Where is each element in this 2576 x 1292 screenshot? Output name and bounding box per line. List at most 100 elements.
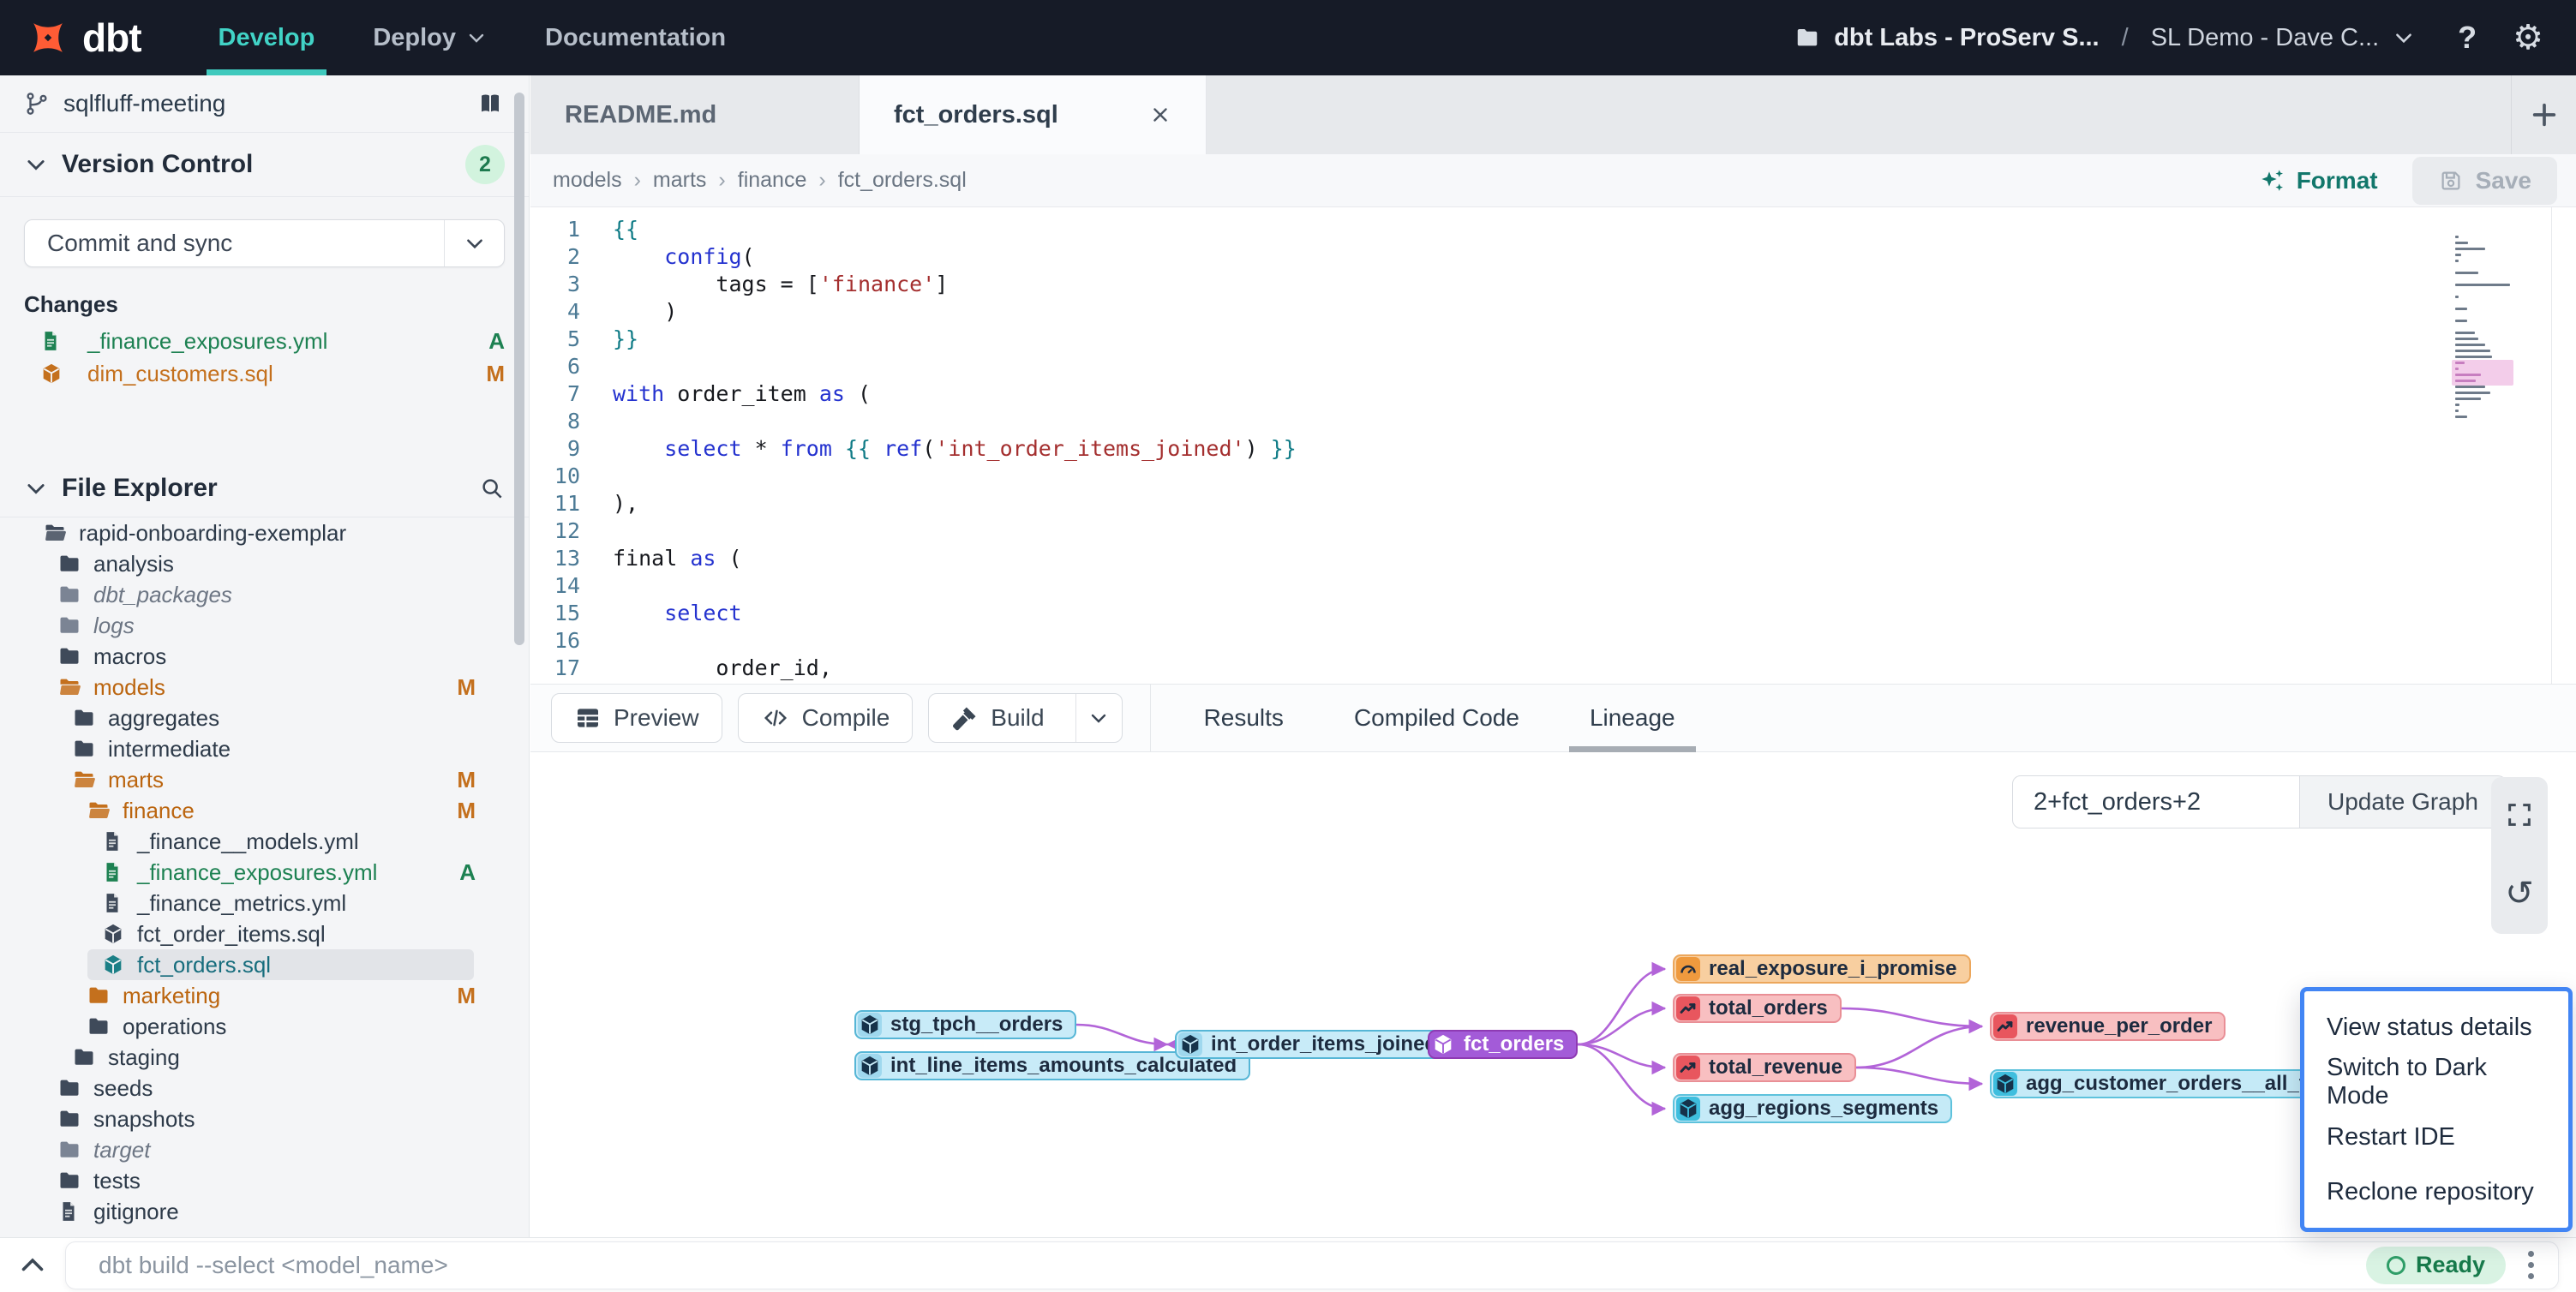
nav-link-deploy[interactable]: Deploy [344,0,516,75]
chevron-down-icon [466,27,487,48]
nav-link-documentation[interactable]: Documentation [516,0,755,75]
tree-item-finance[interactable]: financeM [0,795,529,826]
project-name[interactable]: SL Demo - Dave C... [2151,24,2379,52]
panel-tab-results[interactable]: Results [1197,685,1291,751]
tree-item-dbt_packages[interactable]: dbt_packages [0,579,529,610]
changes-count-badge: 2 [465,145,505,184]
tree-item-label: macros [93,643,166,670]
format-button[interactable]: Format [2259,167,2378,194]
tree-item-target[interactable]: target [0,1134,529,1165]
account-name[interactable]: dbt Labs - ProServ S... [1834,24,2099,52]
menu-item-reclone-repository[interactable]: Reclone repository [2304,1164,2568,1219]
tree-item-label: intermediate [108,736,231,763]
tree-item-aggregates[interactable]: aggregates [0,703,529,733]
tree-item-tests[interactable]: tests [0,1165,529,1196]
tree-item-operations[interactable]: operations [0,1011,529,1042]
panel-tab-lineage[interactable]: Lineage [1583,685,1682,751]
folder-icon [72,737,96,761]
compile-button[interactable]: Compile [738,693,914,743]
breadcrumb-finance[interactable]: finance [738,168,807,193]
tree-item-gitignore[interactable]: gitignore [0,1196,529,1227]
tree-item-marts[interactable]: martsM [0,764,529,795]
tree-item-_finance_exposures.yml[interactable]: _finance_exposures.ymlA [0,857,529,888]
breadcrumb-fct_orders.sql[interactable]: fct_orders.sql [838,168,967,193]
editor-minimap[interactable] [2455,236,2512,422]
code-line-13: 13final as ( [530,545,2576,572]
branch-row: sqlfluff-meeting [0,75,529,132]
tree-item-label: models [93,674,165,701]
tree-item-seeds[interactable]: seeds [0,1073,529,1104]
menu-item-switch-to-dark-mode[interactable]: Switch to Dark Mode [2304,1055,2568,1110]
tree-item-analysis[interactable]: analysis [0,548,529,579]
tab-README.md[interactable]: README.md [530,75,860,154]
update-graph-button[interactable]: Update Graph [2300,775,2507,828]
lineage-node-fct_orders[interactable]: fct_orders [1428,1030,1578,1059]
tree-item-fct_order_items.sql[interactable]: fct_order_items.sql [0,918,529,949]
code-editor[interactable]: 1{{2 config(3 tags = ['finance']4 )5}}67… [530,207,2576,684]
new-tab-button[interactable] [2511,75,2576,154]
lineage-node-agg_regions_segments[interactable]: agg_regions_segments [1673,1094,1952,1123]
build-options-chevron-icon[interactable] [1075,694,1122,742]
menu-item-view-status-details[interactable]: View status details [2304,1000,2568,1055]
panel-tab-compiled-code[interactable]: Compiled Code [1347,685,1526,751]
gear-icon[interactable]: ⚙ [2513,18,2543,57]
tree-item-fct_orders.sql[interactable]: fct_orders.sql [87,949,474,980]
nav-link-develop[interactable]: Develop [189,0,344,75]
lineage-node-stg_tpch__orders[interactable]: stg_tpch__orders [854,1010,1076,1039]
code-line-10: 10 [530,463,2576,490]
version-control-header[interactable]: Version Control 2 [0,133,529,196]
navbar-right: dbt Labs - ProServ S... / SL Demo - Dave… [1794,18,2543,57]
tab-fct_orders.sql[interactable]: fct_orders.sql [860,75,1207,154]
build-button[interactable]: Build [928,693,1122,743]
change-row-_finance_exposures.yml[interactable]: _finance_exposures.ymlA [0,325,529,357]
tree-item-label: marketing [123,983,220,1009]
breadcrumb-models[interactable]: models [553,168,622,193]
lineage-canvas[interactable]: Update Graph ↺ stg_tpch__ordersint_line_… [530,752,2576,1237]
preview-button[interactable]: Preview [551,693,722,743]
tree-item-intermediate[interactable]: intermediate [0,733,529,764]
sparkles-icon [2259,167,2286,194]
commit-options-chevron-icon[interactable] [444,220,504,266]
lineage-node-total_revenue[interactable]: total_revenue [1673,1053,1856,1082]
kebab-menu-icon[interactable] [2528,1251,2534,1279]
node-label: revenue_per_order [2026,1014,2212,1038]
tree-item-rapid-onboarding-exemplar[interactable]: rapid-onboarding-exemplar [0,517,529,548]
change-row-dim_customers.sql[interactable]: dim_customers.sqlM [0,357,529,390]
breadcrumb-separator: › [634,168,641,193]
commit-and-sync-button[interactable]: Commit and sync [24,219,505,267]
close-icon[interactable] [1149,104,1171,126]
branch-name[interactable]: sqlfluff-meeting [63,90,225,117]
nav-link-label: Documentation [545,24,726,52]
tree-item-marketing[interactable]: marketingM [0,980,529,1011]
command-input[interactable] [66,1252,2366,1279]
search-icon[interactable] [479,476,505,501]
tree-item-label: gitignore [93,1199,179,1225]
tree-item-_finance__models.yml[interactable]: _finance__models.yml [0,826,529,857]
dbt-logo[interactable]: dbt [26,15,141,61]
docs-book-icon[interactable] [476,91,505,117]
tree-item-_finance_metrics.yml[interactable]: _finance_metrics.yml [0,888,529,918]
breadcrumb-marts[interactable]: marts [653,168,707,193]
tree-item-snapshots[interactable]: snapshots [0,1104,529,1134]
lineage-node-revenue_per_order[interactable]: revenue_per_order [1990,1012,2226,1041]
tree-item-models[interactable]: modelsM [0,672,529,703]
project-chevron-down-icon[interactable] [2393,27,2415,49]
code-line-9: 9 select * from {{ ref('int_order_items_… [530,435,2576,463]
tree-item-label: target [93,1137,151,1163]
sidebar-scrollbar[interactable] [514,93,524,645]
reset-view-icon[interactable]: ↺ [2505,876,2534,911]
file-explorer-header[interactable]: File Explorer [0,460,529,517]
tree-item-logs[interactable]: logs [0,610,529,641]
help-icon[interactable]: ? [2458,20,2477,56]
lineage-node-real_exposure_i_promise[interactable]: real_exposure_i_promise [1673,954,1971,984]
fullscreen-icon[interactable] [2505,800,2534,829]
tree-item-macros[interactable]: macros [0,641,529,672]
lineage-node-total_orders[interactable]: total_orders [1673,994,1842,1023]
lineage-selector-input[interactable] [2012,775,2300,828]
breadcrumb-separator: › [718,168,725,193]
lineage-node-int_order_items_joined[interactable]: int_order_items_joined [1175,1030,1451,1059]
tree-item-staging[interactable]: staging [0,1042,529,1073]
menu-item-restart-ide[interactable]: Restart IDE [2304,1110,2568,1164]
save-button[interactable]: Save [2412,157,2557,205]
chevron-up-icon[interactable] [0,1250,65,1281]
